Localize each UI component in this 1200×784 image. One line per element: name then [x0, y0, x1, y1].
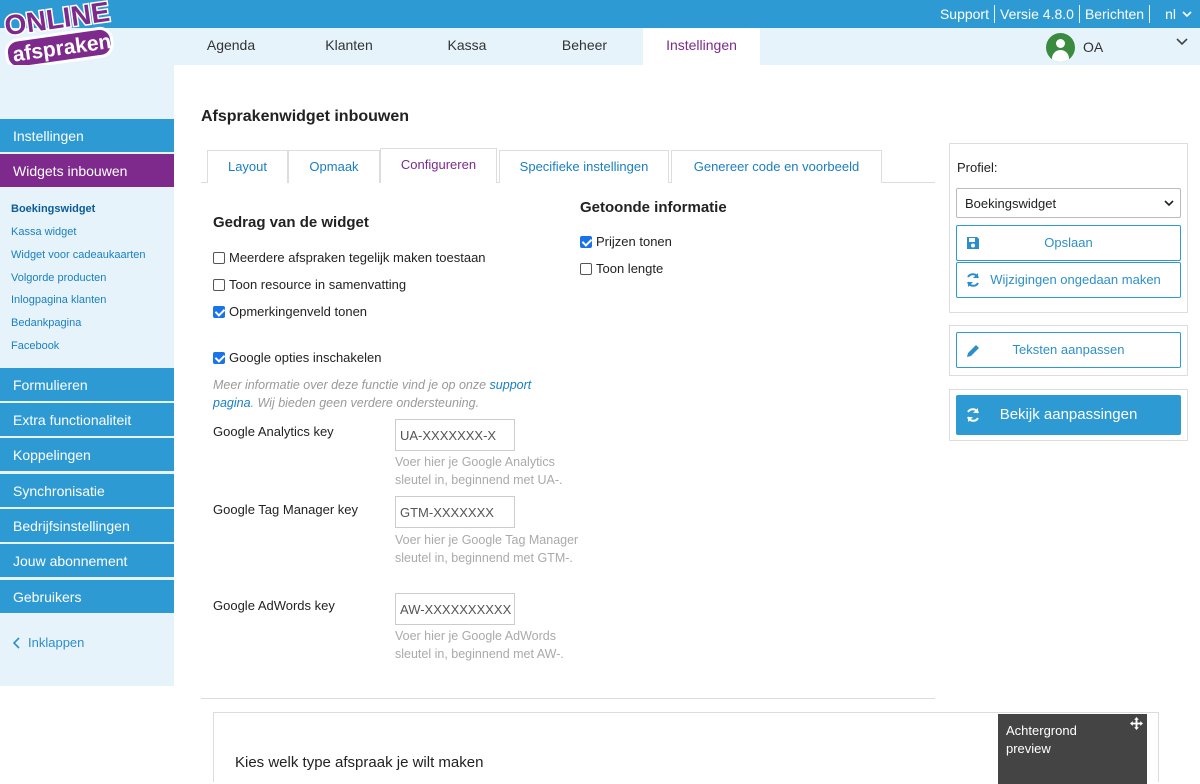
- view-changes-button[interactable]: Bekijk aanpassingen: [956, 395, 1181, 435]
- option-toon-resource[interactable]: Toon resource in samenvatting: [213, 277, 406, 292]
- profile-value: Boekingswidget: [965, 196, 1057, 211]
- user-menu[interactable]: OA: [1046, 32, 1103, 62]
- behavior-heading: Gedrag van de widget: [213, 214, 369, 231]
- move-icon[interactable]: [1130, 717, 1143, 730]
- support-page-link[interactable]: pagina: [213, 396, 251, 410]
- main-nav: Agenda Klanten Kassa Beheer Instellingen: [0, 28, 1200, 65]
- option-meerdere-afspraken[interactable]: Meerdere afspraken tegelijk maken toesta…: [213, 250, 486, 265]
- analytics-key-input[interactable]: UA-XXXXXXX-X: [395, 419, 515, 451]
- edit-texts-button[interactable]: Teksten aanpassen: [956, 332, 1181, 368]
- sidebar-item-koppelingen[interactable]: Koppelingen: [0, 438, 174, 472]
- chevron-left-icon: [13, 636, 20, 649]
- nav-instellingen[interactable]: Instellingen: [643, 28, 760, 65]
- sidebar-sub-cadeaukaarten[interactable]: Widget voor cadeaukaarten: [11, 249, 146, 261]
- collapse-label: Inklappen: [28, 635, 85, 650]
- profile-label: Profiel:: [957, 160, 998, 175]
- chevron-down-icon: [1182, 10, 1192, 17]
- option-toon-lengte[interactable]: Toon lengte: [580, 261, 663, 276]
- save-button[interactable]: Opslaan: [956, 225, 1181, 261]
- adwords-key-label: Google AdWords key: [213, 598, 335, 613]
- sidebar-item-formulieren[interactable]: Formulieren: [0, 368, 174, 402]
- option-label: Meerdere afspraken tegelijk maken toesta…: [229, 250, 486, 265]
- option-label: Prijzen tonen: [596, 234, 672, 249]
- support-link[interactable]: Support: [940, 6, 989, 22]
- shown-info-heading: Getoonde informatie: [580, 199, 727, 216]
- sidebar-item-instellingen[interactable]: Instellingen: [0, 119, 174, 153]
- undo-label: Wijzigingen ongedaan maken: [990, 272, 1161, 287]
- google-info-note: Meer informatie over deze functie vind j…: [213, 378, 532, 410]
- checkbox[interactable]: [580, 262, 592, 275]
- version-label: Versie 4.8.0: [1000, 6, 1074, 22]
- sidebar-item-abonnement[interactable]: Jouw abonnement: [0, 544, 174, 578]
- sidebar-item-synchronisatie[interactable]: Synchronisatie: [0, 474, 174, 508]
- save-label: Opslaan: [1044, 235, 1093, 250]
- background-preview-panel[interactable]: Achtergrond preview: [998, 714, 1147, 784]
- tag-manager-key-input[interactable]: GTM-XXXXXXX: [395, 496, 515, 528]
- option-opmerkingenveld[interactable]: Opmerkingenveld tonen: [213, 304, 367, 319]
- sidebar-sub-inlogpagina[interactable]: Inlogpagina klanten: [11, 294, 106, 306]
- undo-changes-button[interactable]: Wijzigingen ongedaan maken: [956, 262, 1181, 298]
- section-divider: [201, 698, 935, 699]
- tag-manager-key-help: Voer hier je Google Tag Manager sleutel …: [395, 533, 579, 565]
- sidebar-sub-kassa-widget[interactable]: Kassa widget: [11, 226, 76, 238]
- nav-agenda[interactable]: Agenda: [172, 28, 290, 65]
- collapse-button[interactable]: Inklappen: [13, 635, 84, 650]
- user-initials: OA: [1083, 39, 1104, 55]
- analytics-key-label: Google Analytics key: [213, 424, 334, 439]
- checkbox[interactable]: [213, 278, 225, 291]
- sidebar-sub-bedankpagina[interactable]: Bedankpagina: [11, 317, 81, 329]
- tag-manager-key-label: Google Tag Manager key: [213, 502, 359, 517]
- tab-opmaak[interactable]: Opmaak: [288, 150, 380, 183]
- checkbox-checked[interactable]: [580, 235, 592, 248]
- language-select[interactable]: nl: [1165, 6, 1192, 22]
- divider: [1078, 5, 1080, 23]
- tab-configureren[interactable]: Configureren: [380, 148, 497, 183]
- sidebar-item-bedrijfsinstellingen[interactable]: Bedrijfsinstellingen: [0, 509, 174, 543]
- view-changes-label: Bekijk aanpassingen: [999, 406, 1138, 423]
- sidebar-item-extra[interactable]: Extra functionaliteit: [0, 403, 174, 437]
- option-label: Google opties inschakelen: [229, 350, 382, 365]
- chevron-down-icon[interactable]: [1176, 38, 1188, 46]
- sidebar-item-widgets[interactable]: Widgets inbouwen: [0, 154, 174, 188]
- checkbox-checked[interactable]: [213, 351, 225, 364]
- messages-link[interactable]: Berichten: [1085, 6, 1144, 22]
- checkbox[interactable]: [213, 251, 225, 264]
- sidebar-sub-volgorde[interactable]: Volgorde producten: [11, 272, 106, 284]
- top-bar: Support Versie 4.8.0 Berichten nl: [0, 0, 1200, 28]
- adwords-key-input[interactable]: AW-XXXXXXXXXX: [395, 593, 515, 625]
- option-prijzen-tonen[interactable]: Prijzen tonen: [580, 234, 672, 249]
- nav-klanten[interactable]: Klanten: [290, 28, 408, 65]
- option-google-opties[interactable]: Google opties inschakelen: [213, 350, 382, 365]
- option-label: Toon resource in samenvatting: [229, 277, 407, 292]
- tab-layout[interactable]: Layout: [207, 150, 288, 183]
- checkbox-checked[interactable]: [213, 305, 225, 318]
- edit-texts-label: Teksten aanpassen: [1012, 342, 1125, 357]
- profile-select[interactable]: Boekingswidget: [956, 188, 1181, 218]
- nav-beheer[interactable]: Beheer: [526, 28, 643, 65]
- top-links: Support Versie 4.8.0 Berichten nl: [940, 0, 1192, 28]
- option-label: Opmerkingenveld tonen: [229, 304, 368, 319]
- sidebar-sub-boekingswidget[interactable]: Boekingswidget: [11, 203, 95, 215]
- tab-specifieke-instellingen[interactable]: Specifieke instellingen: [499, 150, 669, 183]
- divider: [1149, 5, 1151, 23]
- sidebar-item-gebruikers[interactable]: Gebruikers: [0, 580, 174, 614]
- tab-genereer-code[interactable]: Genereer code en voorbeeld: [671, 150, 882, 183]
- adwords-key-help: Voer hier je Google AdWords sleutel in, …: [395, 629, 564, 661]
- page-title: Afsprakenwidget inbouwen: [201, 108, 410, 125]
- divider: [994, 5, 995, 23]
- background-preview-label: Achtergrond preview: [1006, 723, 1077, 756]
- avatar-icon: [1046, 32, 1075, 62]
- sidebar-sub-facebook[interactable]: Facebook: [11, 340, 59, 352]
- chevron-down-icon: [1164, 200, 1174, 207]
- language-label: nl: [1165, 6, 1176, 22]
- analytics-key-help: Voer hier je Google Analytics sleutel in…: [395, 455, 563, 487]
- option-label: Toon lengte: [596, 261, 664, 276]
- support-link[interactable]: support: [490, 378, 532, 392]
- preview-question: Kies welk type afspraak je wilt maken: [235, 754, 484, 771]
- nav-kassa[interactable]: Kassa: [408, 28, 526, 65]
